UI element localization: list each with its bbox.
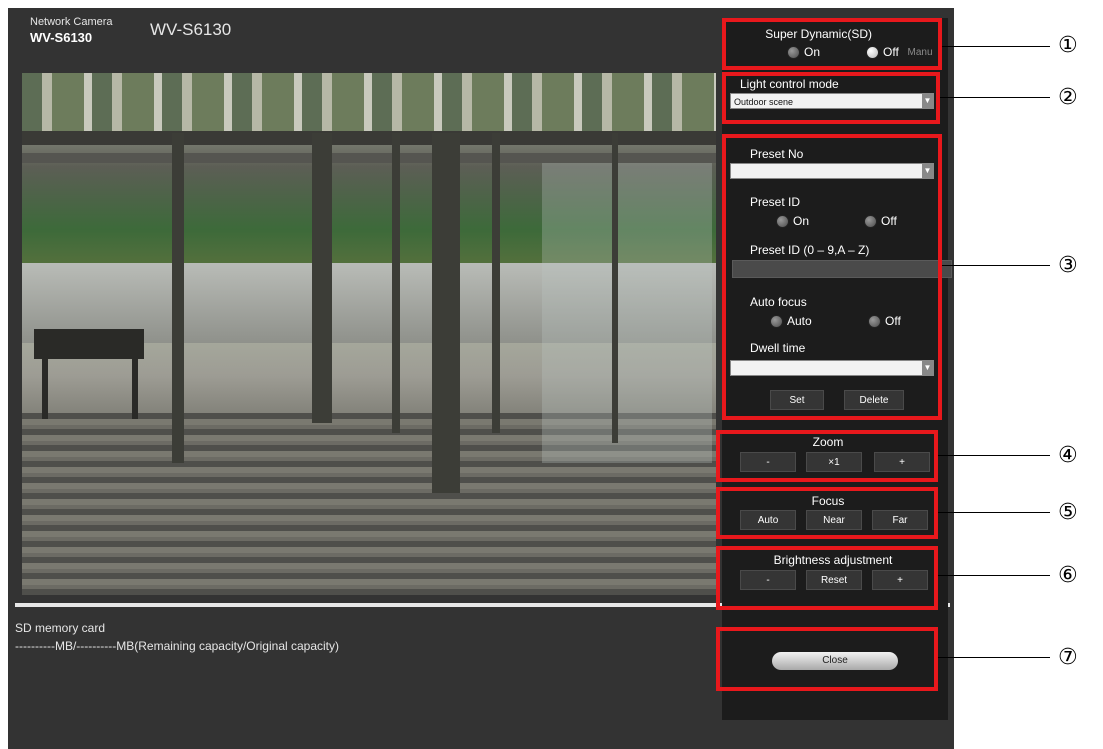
highlight-box-4 <box>716 430 938 482</box>
bench-leg <box>132 359 138 419</box>
callout-number-6: ⑥ <box>1058 563 1078 588</box>
sd-card-capacity: ----------MB/----------MB(Remaining capa… <box>15 639 340 653</box>
callout-line-4 <box>938 455 1050 456</box>
pillar <box>172 133 184 463</box>
ceiling <box>22 73 716 131</box>
bench-leg <box>42 359 48 419</box>
callout-line-3 <box>942 265 1050 266</box>
bench <box>34 329 144 359</box>
callout-line-7 <box>938 657 1050 658</box>
highlight-box-3 <box>722 134 942 420</box>
sd-card-label: SD memory card <box>15 621 106 635</box>
callout-number-2: ② <box>1058 85 1078 110</box>
callout-number-1: ① <box>1058 33 1078 58</box>
callout-number-5: ⑤ <box>1058 500 1078 525</box>
callout-number-7: ⑦ <box>1058 645 1078 670</box>
callout-number-4: ④ <box>1058 443 1078 468</box>
brand-label: Network Camera <box>30 16 113 28</box>
pillar <box>392 133 400 433</box>
brand-model: WV-S6130 <box>30 30 93 45</box>
callout-line-2 <box>940 97 1050 98</box>
live-video[interactable] <box>22 73 716 595</box>
pillar <box>432 133 460 493</box>
highlight-box-5 <box>716 487 938 539</box>
highlight-box-7 <box>716 627 938 691</box>
highlight-box-2 <box>722 72 940 124</box>
pillar <box>312 133 332 423</box>
camera-title: WV-S6130 <box>150 20 232 39</box>
callout-line-6 <box>938 575 1050 576</box>
callout-line-1 <box>942 46 1050 47</box>
callout-number-3: ③ <box>1058 253 1078 278</box>
glass-pane <box>542 163 712 463</box>
highlight-box-1 <box>722 18 942 70</box>
pillar <box>492 133 500 433</box>
highlight-box-6 <box>716 546 938 610</box>
pillar <box>612 133 618 443</box>
callout-line-5 <box>938 512 1050 513</box>
